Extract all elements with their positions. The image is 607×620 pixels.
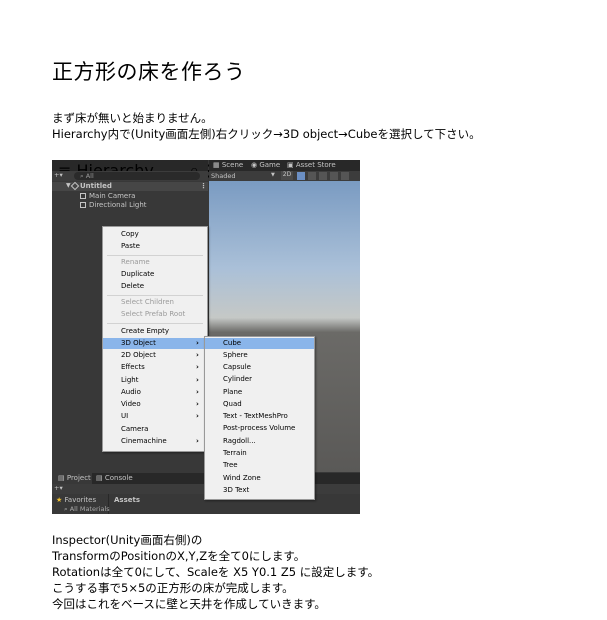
menu-item-duplicate[interactable]: Duplicate [103, 269, 207, 280]
kebab-menu-icon[interactable]: ⋮ [200, 182, 207, 190]
scene-root-label: Untitled [80, 182, 112, 190]
chevron-right-icon: › [196, 388, 199, 396]
unity-scene-icon [70, 181, 80, 191]
menu-item-video[interactable]: Video › [103, 399, 207, 410]
submenu-item-terrain[interactable]: Terrain [205, 448, 314, 459]
menu-item-camera[interactable]: Camera [103, 424, 207, 435]
submenu-item-ragdoll[interactable]: Ragdoll... [205, 436, 314, 447]
effects-toggle-icon[interactable] [319, 172, 327, 180]
all-materials-item[interactable]: ⌕ All Materials [64, 505, 110, 514]
hierarchy-item-label: Main Camera [89, 192, 136, 200]
page-title: 正方形の床を作ろう [52, 60, 246, 84]
instructions-line-5: 今回はこれをベースに壁と天井を作成していきます。 [52, 597, 326, 611]
submenu-item-post-process-volume[interactable]: Post-process Volume [205, 423, 314, 434]
chevron-right-icon: › [196, 437, 199, 445]
chevron-right-icon: › [196, 339, 199, 347]
menu-item-effects[interactable]: Effects › [103, 362, 207, 373]
menu-item-rename: Rename [121, 258, 150, 266]
chevron-right-icon: › [196, 412, 199, 420]
tab-asset-store[interactable]: ▣ Asset Store [287, 161, 336, 169]
menu-item-create-empty[interactable]: Create Empty [103, 326, 207, 337]
tab-project-label: ▤ Project [58, 474, 91, 482]
chevron-right-icon: › [196, 376, 199, 384]
tab-project[interactable]: ▤ Project [52, 473, 92, 484]
hidden-objects-icon[interactable] [330, 172, 338, 180]
menu-item-delete[interactable]: Delete [103, 281, 207, 292]
gameobject-icon [80, 202, 86, 208]
hierarchy-search-input[interactable]: ⌕ All [74, 172, 200, 180]
menu-divider [107, 295, 203, 296]
context-menu: Copy Paste Rename Duplicate Delete Selec… [102, 226, 208, 452]
scene-toolbar: Shaded ▼ 2D [209, 171, 360, 181]
hierarchy-item-label: Directional Light [89, 201, 147, 209]
menu-item-2d-object[interactable]: 2D Object › [103, 350, 207, 361]
instructions-line-2: TransformのPositionのX,Y,Zを全て0にします。 [52, 549, 306, 563]
menu-item-light[interactable]: Light › [103, 375, 207, 386]
submenu-item-text-meshpro[interactable]: Text - TextMeshPro [205, 411, 314, 422]
intro-line-2: Hierarchy内で(Unity画面左側)右クリック→3D object→Cu… [52, 127, 481, 141]
menu-item-select-children: Select Children [121, 298, 174, 306]
instructions-paragraph: Inspector(Unity画面右側)の TransformのPosition… [52, 532, 379, 612]
instructions-line-4: こうする事で5×5の正方形の床が完成します。 [52, 581, 294, 595]
favorites-item[interactable]: ★ Favorites [56, 496, 96, 504]
hierarchy-item-directional-light[interactable]: Directional Light [80, 201, 147, 209]
instructions-line-3: Rotationは全て0にして、Scaleを X5 Y0.1 Z5 に設定します… [52, 565, 380, 579]
submenu-item-sphere[interactable]: Sphere [205, 350, 314, 361]
menu-item-ui[interactable]: UI › [103, 411, 207, 422]
submenu-item-quad[interactable]: Quad [205, 399, 314, 410]
shading-mode-dropdown[interactable]: Shaded [211, 172, 235, 180]
gizmos-icon[interactable] [341, 172, 349, 180]
submenu-item-wind-zone[interactable]: Wind Zone [205, 473, 314, 484]
toggle-2d-button[interactable]: 2D [281, 171, 293, 180]
hierarchy-item-main-camera[interactable]: Main Camera [80, 192, 135, 200]
lighting-toggle-icon[interactable] [297, 172, 305, 180]
instructions-line-1: Inspector(Unity画面右側)の [52, 533, 203, 547]
hierarchy-toolbar: +▾ ⌕ All [52, 171, 208, 181]
submenu-item-cube[interactable]: Cube [205, 338, 314, 349]
gameobject-icon [80, 193, 86, 199]
submenu-item-3d-text[interactable]: 3D Text [205, 485, 314, 496]
tab-console[interactable]: ▤ Console [96, 474, 133, 482]
tab-game[interactable]: ◉ Game [251, 161, 280, 169]
menu-item-3d-object[interactable]: 3D Object › [103, 338, 207, 349]
submenu-3d-object: Cube Sphere Capsule Cylinder Plane Quad … [204, 336, 315, 500]
menu-item-paste[interactable]: Paste [103, 241, 207, 252]
menu-divider [107, 323, 203, 324]
menu-item-cinemachine[interactable]: Cinemachine › [103, 436, 207, 447]
hierarchy-tab[interactable]: ≡ Hierarchy 🔒︎ ⋮ [52, 160, 217, 180]
search-placeholder: ⌕ All [80, 172, 94, 180]
chevron-right-icon: › [196, 363, 199, 371]
chevron-down-icon[interactable]: ▼ [271, 172, 275, 178]
tab-scene[interactable]: ▦ Scene [213, 161, 243, 169]
chevron-right-icon: › [196, 351, 199, 359]
submenu-item-plane[interactable]: Plane [205, 387, 314, 398]
menu-divider [107, 255, 203, 256]
intro-line-1: まず床が無いと始まりません。 [52, 111, 213, 125]
menu-item-select-prefab-root: Select Prefab Root [121, 310, 186, 318]
add-icon[interactable]: +▾ [54, 171, 63, 179]
menu-item-audio[interactable]: Audio › [103, 387, 207, 398]
scene-tab-bar: ▦ Scene ◉ Game ▣ Asset Store [209, 160, 360, 171]
menu-item-copy[interactable]: Copy [103, 229, 207, 240]
submenu-item-tree[interactable]: Tree [205, 460, 314, 471]
add-icon[interactable]: +▾ [54, 484, 63, 492]
audio-toggle-icon[interactable] [308, 172, 316, 180]
intro-paragraph: まず床が無いと始まりません。 Hierarchy内で(Unity画面左側)右クリ… [52, 110, 481, 142]
star-icon: ★ [56, 496, 63, 504]
submenu-item-capsule[interactable]: Capsule [205, 362, 314, 373]
scene-root-row[interactable]: ▼ Untitled ⋮ [52, 181, 208, 191]
chevron-right-icon: › [196, 400, 199, 408]
assets-label: Assets [114, 496, 141, 504]
submenu-item-cylinder[interactable]: Cylinder [205, 374, 314, 385]
